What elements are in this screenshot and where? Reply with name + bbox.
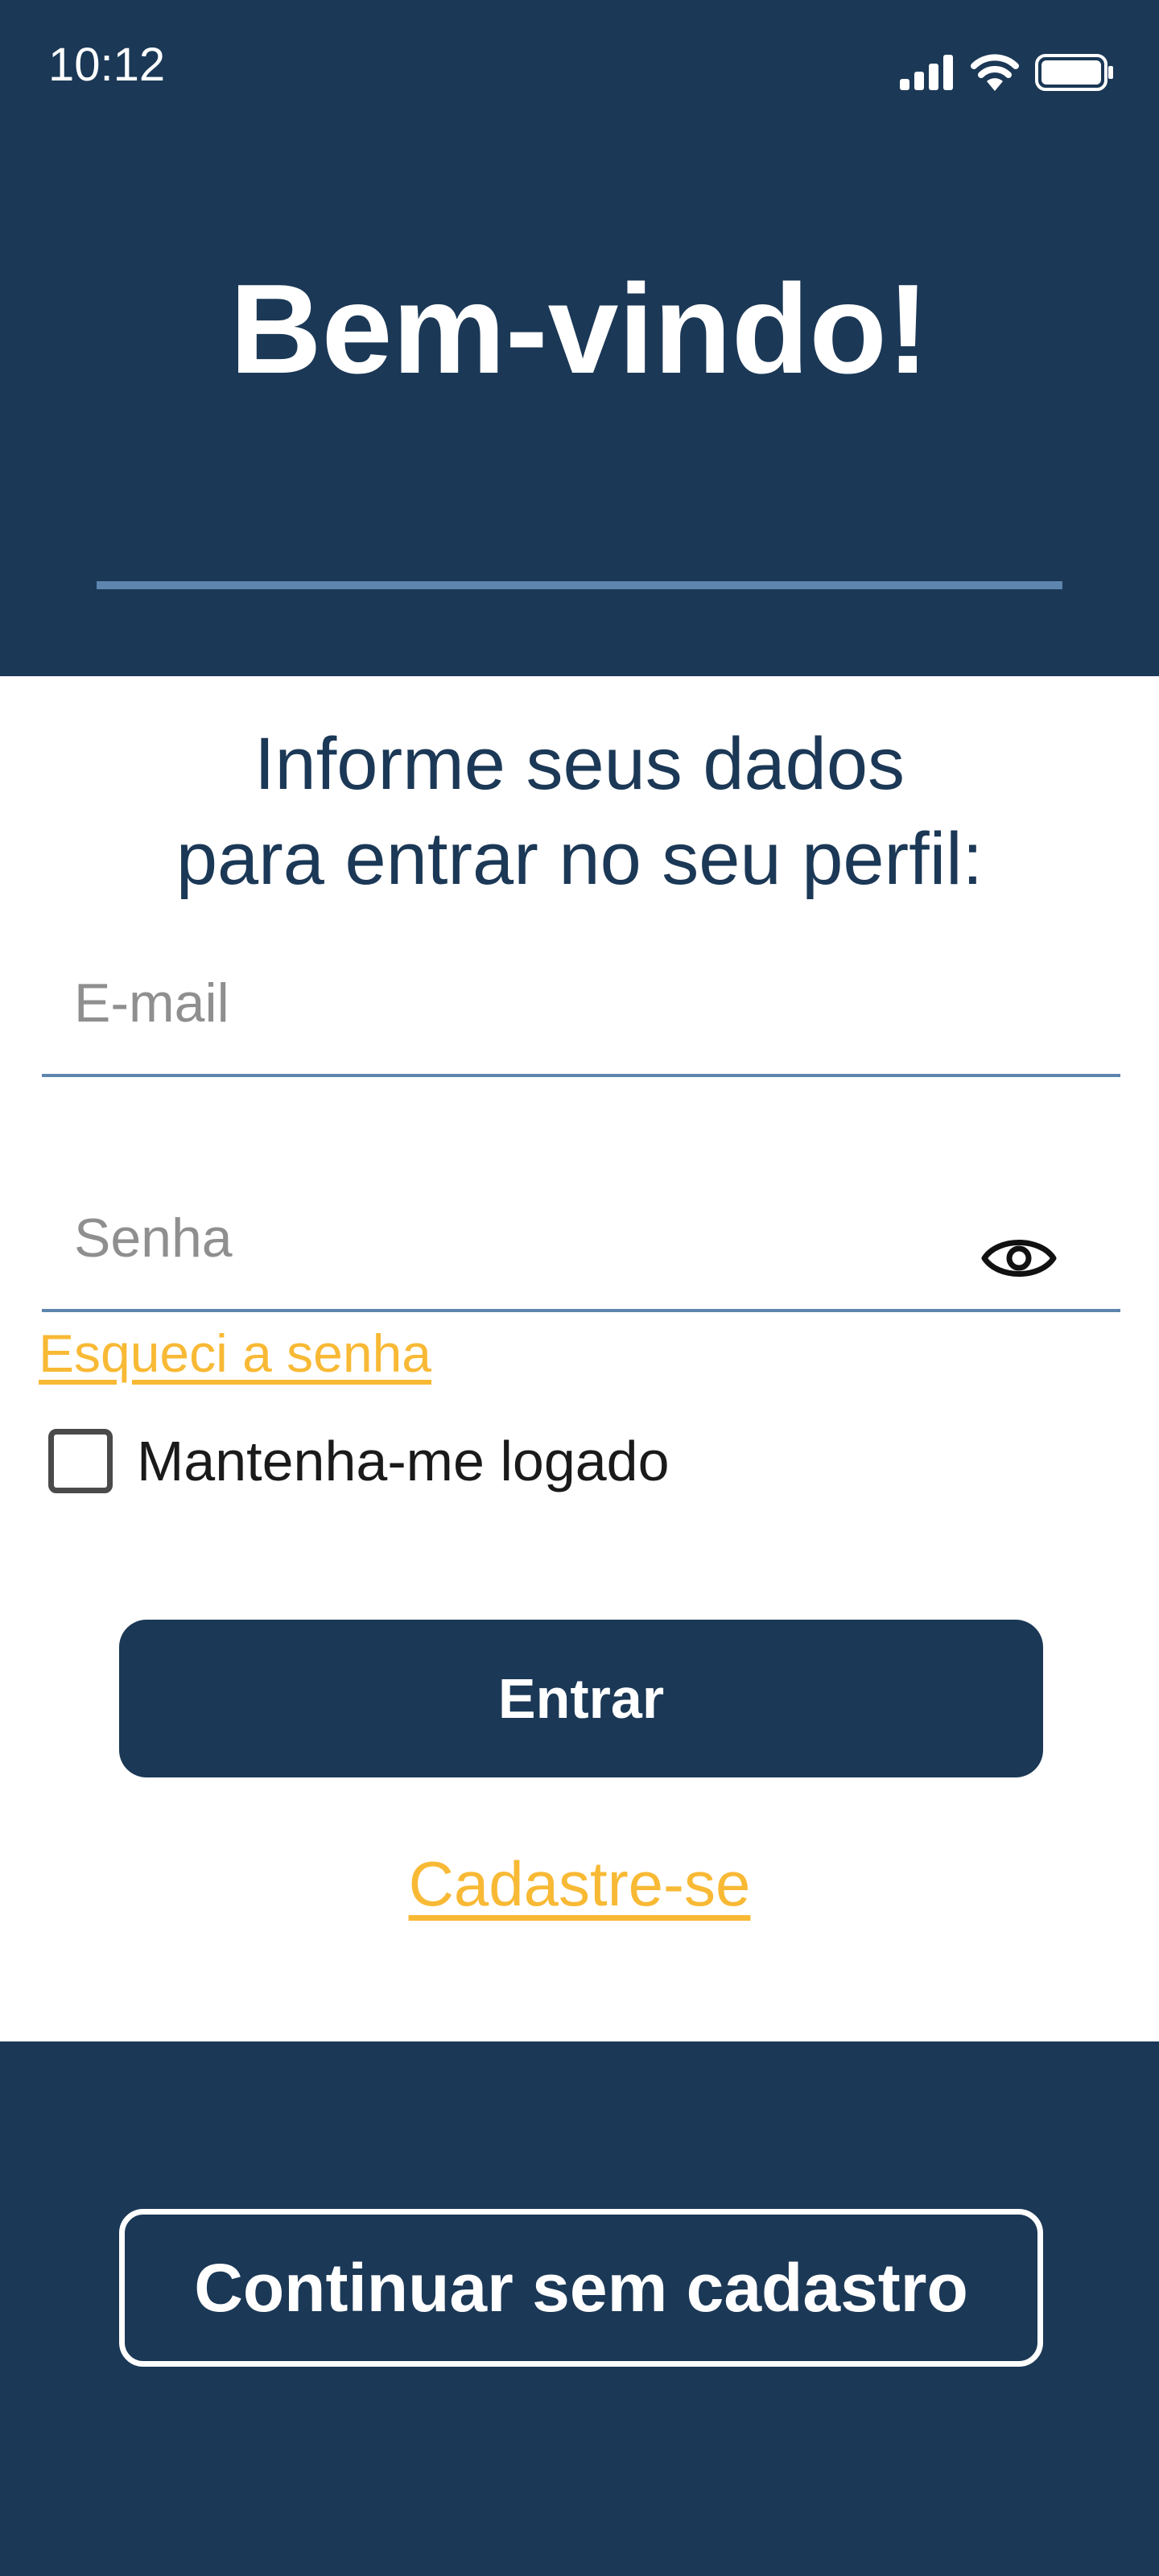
signup-link[interactable]: Cadastre-se [409, 1848, 751, 1919]
continue-without-signup-button[interactable]: Continuar sem cadastro [119, 2209, 1043, 2367]
email-field[interactable] [74, 932, 943, 1074]
signal-icon [900, 55, 953, 90]
login-button[interactable]: Entrar [119, 1620, 1043, 1777]
password-field-container [42, 1167, 1120, 1312]
remember-me-checkbox[interactable] [48, 1429, 113, 1493]
status-bar: 10:12 [0, 0, 1159, 145]
login-screen: 10:12 Bem-vindo! Informe seus dados para… [0, 0, 1159, 2576]
card-heading: Informe seus dados para entrar no seu pe… [0, 716, 1159, 906]
signup-link-container: Cadastre-se [0, 1847, 1159, 1922]
wifi-icon [971, 54, 1019, 91]
card-heading-line-2: para entrar no seu perfil: [175, 818, 984, 900]
card-heading-line-1: Informe seus dados [254, 723, 905, 805]
remember-me-checkbox-row[interactable]: Mantenha-me logado [48, 1425, 670, 1497]
eye-icon[interactable] [980, 1232, 1058, 1285]
header-divider [97, 581, 1062, 589]
welcome-title: Bem-vindo! [229, 258, 930, 400]
forgot-password-link[interactable]: Esqueci a senha [39, 1322, 431, 1385]
remember-me-label: Mantenha-me logado [137, 1430, 670, 1492]
login-card: Informe seus dados para entrar no seu pe… [0, 676, 1159, 2041]
password-field[interactable] [74, 1167, 943, 1309]
email-field-container [42, 932, 1120, 1077]
status-time: 10:12 [48, 39, 166, 91]
status-icons [900, 48, 1114, 97]
battery-icon [1035, 54, 1113, 91]
